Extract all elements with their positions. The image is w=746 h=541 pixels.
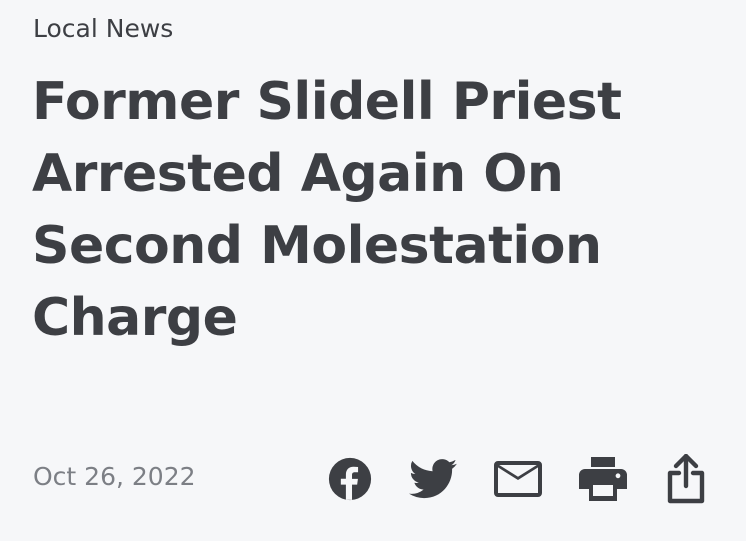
share-facebook-button[interactable] [327, 454, 373, 504]
publish-date: Oct 26, 2022 [33, 462, 196, 491]
print-icon [579, 457, 627, 501]
email-icon [494, 461, 542, 497]
category-label[interactable]: Local News [33, 12, 173, 46]
share-more-button[interactable] [664, 454, 708, 504]
print-button[interactable] [578, 454, 628, 504]
share-twitter-button[interactable] [408, 454, 458, 504]
article-headline: Former Slidell Priest Arrested Again On … [32, 72, 622, 348]
share-email-button[interactable] [493, 454, 543, 504]
facebook-icon [328, 457, 372, 501]
share-icon [667, 454, 705, 504]
twitter-icon [409, 459, 457, 499]
